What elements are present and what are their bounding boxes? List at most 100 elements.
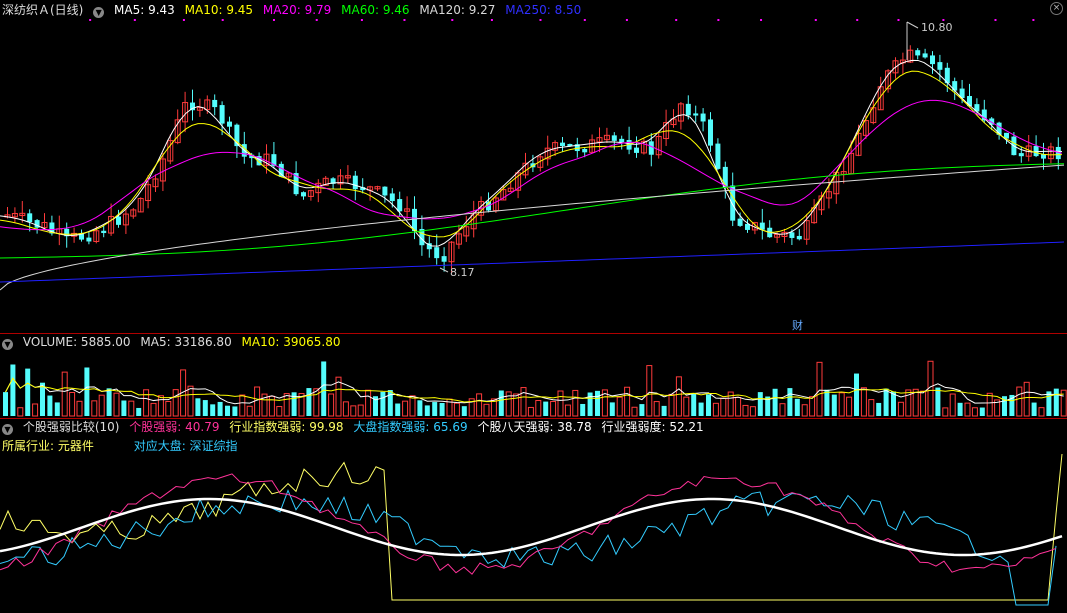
candlestick-chart[interactable] — [0, 0, 1067, 333]
volume-bar — [128, 400, 135, 417]
volume-bar — [527, 406, 534, 417]
signal-dot — [539, 19, 542, 21]
finance-marker[interactable]: 财 — [792, 317, 803, 333]
candle-down — [922, 53, 928, 58]
volume-bar — [461, 406, 467, 416]
volume-bar — [239, 394, 246, 417]
candle-down — [301, 192, 306, 197]
candle-down — [937, 62, 943, 70]
volume-panel: ▼ VOLUME: 5885.00 MA5: 33186.80 MA10: 39… — [0, 334, 1067, 418]
volume-bar — [668, 393, 675, 417]
volume-bar — [47, 395, 53, 416]
volume-bar — [276, 406, 283, 417]
volume-bar — [609, 402, 615, 416]
ma60-line — [0, 163, 1065, 259]
volume-bar — [557, 390, 564, 417]
volume-bar — [328, 393, 335, 417]
eight-day-strength-line — [0, 497, 1063, 557]
ma250-line — [0, 241, 1065, 283]
volume-bar — [661, 405, 667, 416]
volume-bar — [779, 403, 786, 417]
volume-bar — [616, 396, 623, 417]
signal-dot — [625, 19, 628, 21]
candle-down — [27, 213, 33, 223]
candle-down — [278, 163, 284, 177]
high-marker — [906, 21, 919, 29]
candle-down — [789, 232, 795, 238]
volume-chart[interactable] — [0, 334, 1067, 418]
volume-bar — [543, 401, 549, 416]
volume-bar — [838, 392, 845, 417]
volume-bar — [580, 403, 586, 416]
signal-dot — [897, 19, 900, 21]
volume-bar — [698, 402, 704, 416]
strength-chart[interactable] — [0, 419, 1067, 613]
industry-strength-line — [0, 453, 1063, 601]
volume-bar — [1016, 386, 1023, 417]
volume-bar — [653, 401, 660, 417]
candle-down — [382, 186, 388, 196]
volume-bar — [564, 404, 571, 417]
signal-dot — [856, 19, 859, 21]
volume-bar — [136, 407, 142, 416]
candle-down — [86, 237, 92, 242]
volume-ma5-line — [5, 377, 1064, 405]
market-strength-line — [0, 489, 1057, 606]
volume-bar — [920, 390, 927, 417]
volume-bar — [380, 391, 386, 416]
volume-bar — [69, 391, 76, 417]
volume-bar — [106, 388, 112, 416]
volume-bar — [365, 389, 372, 417]
volume-bar — [84, 367, 90, 416]
volume-bar — [883, 388, 889, 416]
volume-bar — [787, 388, 793, 416]
volume-bar — [595, 390, 600, 416]
candle-down — [116, 216, 121, 225]
volume-bar — [772, 388, 778, 416]
volume-bar — [424, 405, 430, 416]
volume-bar — [624, 386, 631, 417]
signal-dot — [760, 19, 763, 21]
volume-bar — [712, 402, 719, 417]
volume-bar — [831, 394, 837, 416]
volume-bar — [40, 382, 45, 416]
ma120-line — [0, 164, 1065, 291]
volume-bar — [824, 389, 830, 416]
stock-strength-line — [0, 473, 1057, 575]
volume-bar — [964, 402, 971, 417]
candle-down — [648, 141, 654, 155]
volume-bar — [646, 365, 653, 417]
ma10-line — [0, 70, 1063, 238]
volume-bar — [1031, 402, 1037, 416]
volume-bar — [535, 400, 542, 417]
signal-dot — [221, 19, 224, 21]
volume-bar — [61, 371, 68, 417]
volume-bar — [32, 403, 39, 417]
candle-down — [412, 208, 417, 231]
volume-bar — [10, 364, 16, 416]
volume-bar — [1023, 381, 1030, 417]
candle-down — [219, 105, 225, 124]
price-panel: 深纺织Ａ(日线) ▼ MA5: 9.43 MA10: 9.45 MA20: 9.… — [0, 0, 1067, 333]
candle-down — [397, 199, 403, 212]
candle-down — [441, 256, 447, 262]
strength-panel: ▼ 个股强弱比较(10) 个股强弱: 40.79 行业指数强弱: 99.98 大… — [0, 419, 1067, 613]
volume-bar — [283, 393, 290, 417]
volume-bar — [321, 361, 327, 416]
high-price-label: 10.80 — [921, 21, 953, 34]
volume-bar — [854, 373, 859, 416]
volume-bar — [957, 402, 963, 416]
volume-bar — [157, 395, 164, 417]
volume-bar — [342, 401, 349, 417]
signal-dot — [272, 19, 275, 21]
volume-bar — [350, 405, 357, 417]
candle-down — [915, 50, 921, 56]
volume-bar — [683, 396, 690, 417]
volume-bar — [757, 392, 763, 416]
volume-bar — [113, 392, 120, 417]
volume-bar — [143, 389, 150, 417]
volume-bar — [439, 402, 445, 416]
volume-bar — [387, 390, 393, 416]
volume-bar — [432, 402, 438, 416]
candle-down — [560, 142, 565, 147]
